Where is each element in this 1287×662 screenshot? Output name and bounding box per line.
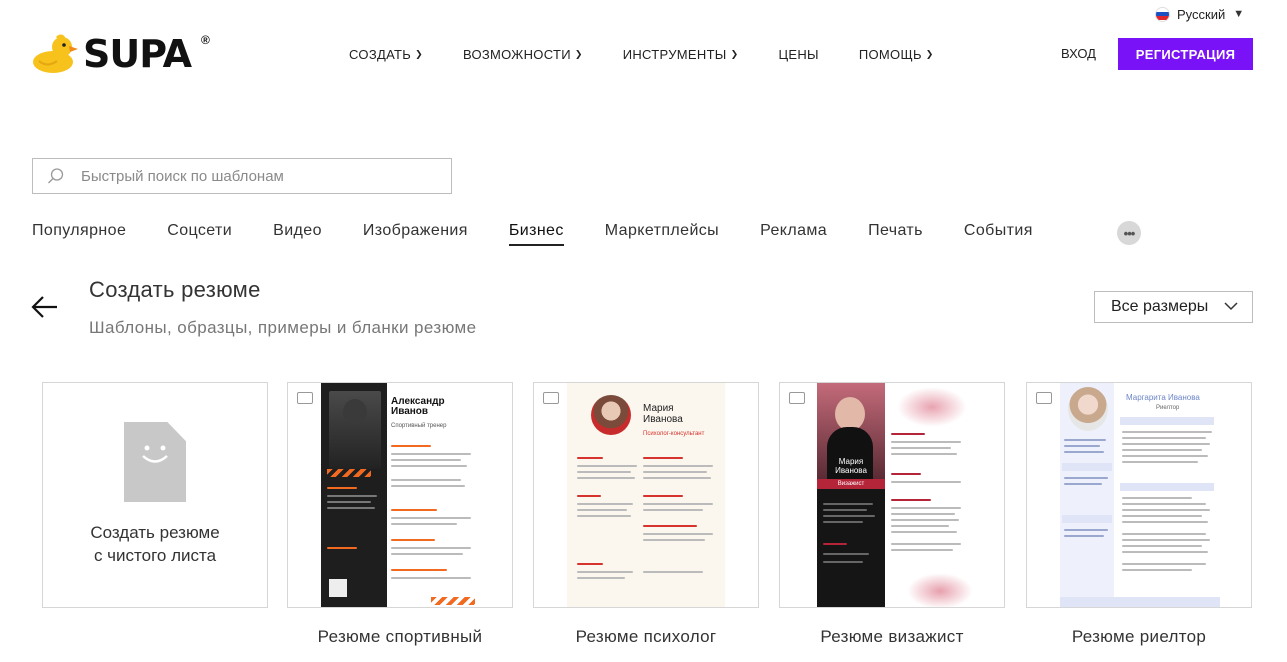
russia-flag-icon [1155,6,1170,22]
template-preview: Мария Иванова Визажист [817,383,973,607]
chevron-down-icon: ▼ [1233,8,1245,20]
main-nav: СОЗДАТЬ ❯ ВОЗМОЖНОСТИ ❯ ИНСТРУМЕНТЫ ❯ ЦЕНЫ … [349,45,974,63]
template-label-realtor[interactable]: Резюме риелтор [1026,627,1252,647]
tab-marketplaces[interactable]: Маркетплейсы [605,222,719,246]
tab-events[interactable]: События [964,222,1033,246]
nav-features[interactable]: ВОЗМОЖНОСТИ ❯ [463,45,583,63]
blank-card-line2: с чистого листа [93,546,217,565]
image-icon [1036,392,1052,404]
register-button[interactable]: РЕГИСТРАЦИЯ [1118,38,1253,70]
template-preview: Мария Иванова Психолог-консультант [567,383,725,607]
image-icon [543,392,559,404]
tab-ads[interactable]: Реклама [760,222,827,246]
premium-badge-icon [731,579,739,588]
back-arrow-icon[interactable] [31,294,59,320]
logo[interactable]: SUPA ® [31,33,216,75]
tab-images[interactable]: Изображения [363,222,468,246]
smiley-face-icon [142,445,168,463]
image-icon [789,392,805,404]
template-search[interactable] [32,158,452,194]
search-icon [48,168,64,184]
blank-card-line1: Создать резюме [90,523,220,542]
template-card-realtor[interactable]: Маргарита Иванова Риелтор [1026,382,1252,608]
tab-print[interactable]: Печать [868,222,923,246]
template-role: Риелтор [1156,405,1180,411]
template-label-psychologist[interactable]: Резюме психолог [533,627,759,647]
duck-logo-icon [33,34,78,73]
nav-tools-label: ИНСТРУМЕНТЫ [622,46,727,62]
template-card-psychologist[interactable]: Мария Иванова Психолог-консультант [533,382,759,608]
template-card-makeup[interactable]: Мария Иванова Визажист [779,382,1005,608]
template-name: Александр Иванов [391,396,445,417]
template-preview: Маргарита Иванова Риелтор [1060,383,1220,607]
tab-video[interactable]: Видео [273,222,322,246]
nav-prices[interactable]: ЦЕНЫ [778,45,818,63]
language-selector[interactable]: Русский ▼ [1155,5,1244,23]
chevron-down-icon: ❯ [415,48,423,59]
logo-text: SUPA [83,32,192,76]
more-categories-button[interactable]: ••• [1117,221,1141,245]
registered-mark: ® [201,33,210,47]
image-icon [297,392,313,404]
nav-help-label: ПОМОЩЬ [858,46,922,62]
search-input[interactable] [81,167,441,185]
nav-help[interactable]: ПОМОЩЬ ❯ [859,45,934,63]
template-card-sport[interactable]: Александр Иванов Спортивный тренер [287,382,513,608]
page-subtitle: Шаблоны, образцы, примеры и бланки резюм… [89,318,477,337]
nav-create[interactable]: СОЗДАТЬ ❯ [349,45,423,63]
language-label: Русский [1177,6,1226,22]
template-role: Психолог-консультант [643,431,705,437]
chevron-down-icon: ❯ [574,48,583,59]
chevron-down-icon: ❯ [730,48,739,59]
blank-card-text: Создать резюме с чистого листа [43,521,267,567]
size-filter-label: Все размеры [1111,298,1209,315]
tab-social[interactable]: Соцсети [167,222,232,246]
category-tabs: Популярное Соцсети Видео Изображения Биз… [32,222,1074,246]
template-role: Спортивный тренер [391,423,447,429]
template-name: Мария Иванова [643,403,683,425]
template-preview: Александр Иванов Спортивный тренер [321,383,479,607]
nav-features-label: ВОЗМОЖНОСТИ [462,46,571,62]
template-name: Маргарита Иванова [1126,393,1200,402]
tab-popular[interactable]: Популярное [32,222,126,246]
nav-create-label: СОЗДАТЬ [349,46,412,62]
page-title: Создать резюме [89,277,261,302]
login-link[interactable]: ВХОД [1061,46,1096,61]
chevron-down-icon [1224,302,1238,311]
nav-tools[interactable]: ИНСТРУМЕНТЫ ❯ [623,45,739,63]
tab-business[interactable]: Бизнес [508,222,564,246]
template-label-makeup[interactable]: Резюме визажист [779,627,1005,647]
template-role: Визажист [837,481,865,487]
chevron-down-icon: ❯ [925,48,934,59]
blank-resume-card[interactable]: Создать резюме с чистого листа [42,382,268,608]
nav-prices-label: ЦЕНЫ [778,46,819,62]
template-name: Мария Иванова [835,457,867,475]
template-label-sport[interactable]: Резюме спортивный [287,627,513,647]
size-filter-dropdown[interactable]: Все размеры [1094,291,1253,323]
